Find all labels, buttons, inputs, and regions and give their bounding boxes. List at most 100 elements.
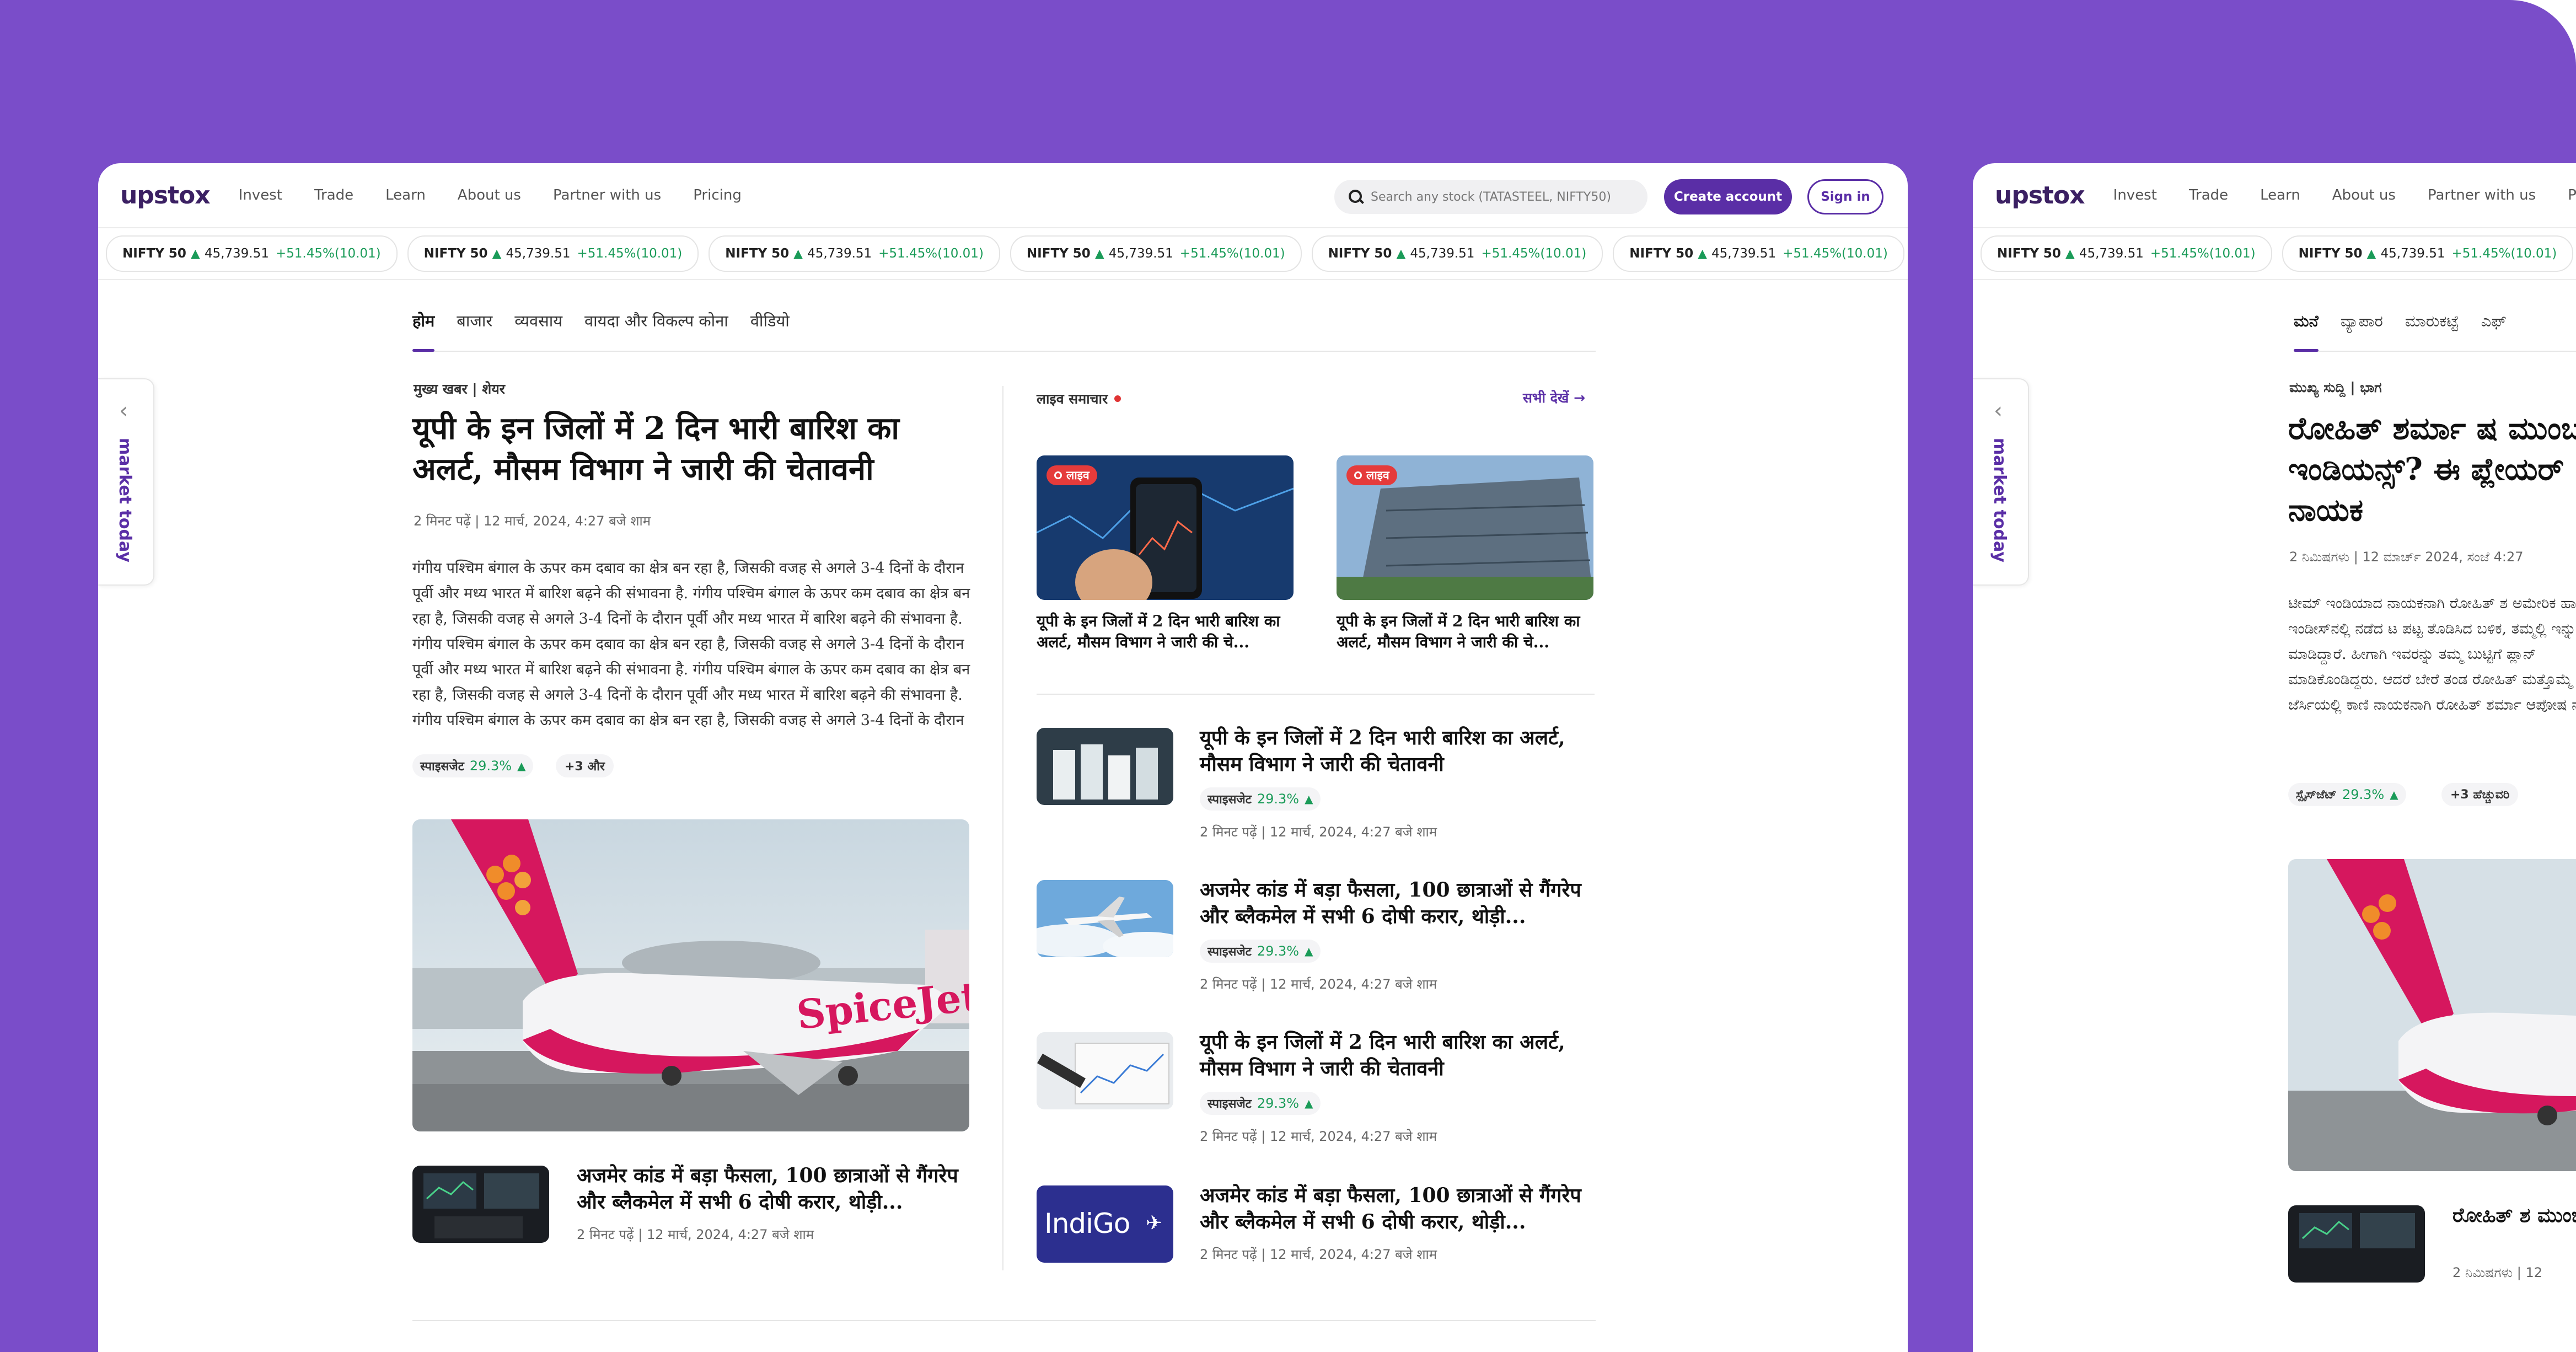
arrow-up-icon: ▲: [190, 246, 200, 261]
row-title-1[interactable]: यूपी के इन जिलों में 2 दिन भारी बारिश का…: [1200, 725, 1597, 777]
nav-link-trade[interactable]: Trade: [2189, 187, 2228, 203]
nav-link-invest[interactable]: Invest: [2113, 187, 2157, 203]
stock-tag[interactable]: स्पाइसजेट 29.3% ▲: [1200, 787, 1321, 811]
nav-link-partner[interactable]: Partner with us: [553, 187, 661, 203]
upstox-logo[interactable]: upstox: [1995, 181, 2085, 210]
row-thumb-2[interactable]: [1037, 880, 1173, 957]
ticker-chip[interactable]: NIFTY 50 ▲ 45,739.51 +51.45%(10.01): [1981, 235, 2272, 272]
live-card-title-1[interactable]: यूपी के इन जिलों में 2 दिन भारी बारिश का…: [1037, 611, 1294, 653]
search-placeholder: Search any stock (TATASTEEL, NIFTY50): [1371, 190, 1611, 204]
stock-change: 29.3%: [1257, 1096, 1300, 1111]
ticker-change: +51.45%(10.01): [2451, 246, 2557, 261]
live-badge-label: लाइव: [1066, 469, 1090, 482]
market-today-label: market today: [1990, 438, 2009, 562]
trading-screens-illustration: [412, 1166, 549, 1243]
bottom-story-title[interactable]: अजमेर कांड में बड़ा फैसला, 100 छात्राओं …: [577, 1162, 985, 1215]
stock-tag[interactable]: ಸ್ಪೈಸ್‌ಜೆಟ್ 29.3% ▲: [2288, 783, 2406, 806]
story-kicker: ಮುಖ್ಯ ಸುದ್ದಿ | ಭಾಗ: [2289, 379, 2382, 395]
tab-business[interactable]: ವ್ಯಾಪಾರ: [2341, 304, 2383, 351]
row-title-3[interactable]: यूपी के इन जिलों में 2 दिन भारी बारिश का…: [1200, 1029, 1597, 1082]
nav-link-trade[interactable]: Trade: [314, 187, 353, 203]
row-title-2[interactable]: अजमेर कांड में बड़ा फैसला, 100 छात्राओं …: [1200, 877, 1597, 930]
section-tabs: होम बाजार व्यवसाय वायदा और विकल्प कोना व…: [412, 304, 1596, 352]
row-meta-1: 2 मिनट पढ़ें | 12 मार्च, 2024, 4:27 बजे …: [1200, 824, 1437, 840]
ticker-chip[interactable]: NIFTY 50 ▲ 45,739.51 +51.45%(10.01): [2282, 235, 2574, 272]
main-headline[interactable]: यूपी के इन जिलों में 2 दिन भारी बारिश का…: [412, 408, 980, 490]
ticker-change: +51.45%(10.01): [1179, 246, 1285, 261]
market-ticker: NIFTY 50 ▲ 45,739.51 +51.45%(10.01) NIFTY 5…: [1973, 227, 2576, 280]
ticker-name: NIFTY 50: [1629, 246, 1694, 261]
tab-business[interactable]: व्यवसाय: [514, 304, 562, 351]
arrow-up-icon: ▲: [2390, 788, 2398, 801]
stock-name: स्पाइसजेट: [1208, 945, 1252, 959]
spicejet-plane-image[interactable]: [2288, 859, 2576, 1171]
stock-change: 29.3%: [2342, 787, 2385, 802]
tab-home[interactable]: होम: [412, 304, 435, 352]
nav-link-pricing[interactable]: Pricing: [693, 187, 742, 203]
row-thumb-4[interactable]: IndiGo ✈: [1037, 1185, 1173, 1263]
live-card-title-2[interactable]: यूपी के इन जिलों में 2 दिन भारी बारिश का…: [1337, 611, 1593, 653]
tab-market[interactable]: ಮಾರುಕಟ್ಟೆ: [2405, 304, 2459, 351]
see-all-label: सभी देखें: [1523, 390, 1569, 406]
chevron-left-icon[interactable]: ‹: [1994, 398, 2003, 423]
live-card-image-1[interactable]: लाइव: [1037, 455, 1294, 600]
chevron-left-icon[interactable]: ‹: [119, 398, 128, 423]
ticker-change: +51.45%(10.01): [275, 246, 381, 261]
nav-link-about-us[interactable]: About us: [458, 187, 521, 203]
ticker-value: 45,739.51: [2079, 246, 2144, 261]
tab-home[interactable]: ಮನೆ: [2294, 304, 2319, 352]
row-thumb-1[interactable]: [1037, 728, 1173, 805]
ticker-chip[interactable]: NIFTY 50 ▲ 45,739.51 +51.45%(10.01): [106, 235, 398, 272]
arrow-up-icon: ▲: [1305, 792, 1313, 806]
stock-tag[interactable]: स्पाइसजेट 29.3% ▲: [1200, 940, 1321, 963]
row-title-4[interactable]: अजमेर कांड में बड़ा फैसला, 100 छात्राओं …: [1200, 1182, 1597, 1235]
bottom-story-meta: 2 ನಿಮಿಷಗಳು | 12: [2452, 1265, 2543, 1280]
tab-fno-corner[interactable]: वायदा और विकल्प कोना: [584, 304, 728, 351]
spicejet-plane-image[interactable]: SpiceJet: [412, 819, 969, 1131]
tab-videos[interactable]: वीडियो: [750, 304, 790, 351]
ticker-value: 45,739.51: [1108, 246, 1173, 261]
nav-link-learn[interactable]: Learn: [385, 187, 426, 203]
plane-illustration: [2288, 859, 2576, 1171]
search-input[interactable]: Search any stock (TATASTEEL, NIFTY50): [1334, 180, 1647, 214]
ticker-chip[interactable]: NIFTY 50 ▲ 45,739.51 +51.45%(10.01): [407, 235, 699, 272]
see-all-link[interactable]: सभी देखें →: [1523, 388, 1585, 407]
ticker-chip[interactable]: NIFTY 50 ▲ 45,739.51 +51.45%(10.01): [1010, 235, 1302, 272]
tab-fno[interactable]: ಎಫ್: [2481, 304, 2507, 351]
live-icon: [1354, 471, 1362, 479]
story-thumb-trading[interactable]: [412, 1166, 549, 1243]
stock-tag[interactable]: स्पाइसजेट 29.3% ▲: [412, 754, 534, 777]
story-body: गंगीय पश्चिम बंगाल के ऊपर कम दबाव का क्ष…: [412, 560, 970, 729]
stock-tag[interactable]: स्पाइसजेट 29.3% ▲: [1200, 1092, 1321, 1115]
create-account-button[interactable]: Create account: [1664, 179, 1792, 214]
sign-in-button[interactable]: Sign in: [1807, 179, 1883, 214]
more-stocks-tag[interactable]: +3 और: [556, 754, 614, 777]
ticker-chip[interactable]: NIFTY 50 ▲ 45,739.51 +51.45%(10.01): [709, 235, 1000, 272]
live-badge: लाइव: [1046, 465, 1097, 485]
bottom-story-title[interactable]: ರೋಹಿತ್ ಶ ಮುಂಬೈ ಇಂಡಿ: [2452, 1202, 2576, 1228]
nav-link-invest[interactable]: Invest: [239, 187, 282, 203]
browser-window-hindi: upstox Invest Trade Learn About us Partn…: [98, 163, 1908, 1352]
market-today-tab[interactable]: ‹ market today: [1973, 378, 2029, 586]
upstox-logo[interactable]: upstox: [120, 181, 211, 210]
tab-market[interactable]: बाजार: [457, 304, 492, 351]
column-divider: [1002, 386, 1003, 1270]
row-thumb-3[interactable]: [1037, 1032, 1173, 1109]
story-thumb-trading[interactable]: [2288, 1205, 2425, 1283]
ticker-name: NIFTY 50: [1026, 246, 1091, 261]
nav-link-about-us[interactable]: About us: [2332, 187, 2396, 203]
ticker-chip[interactable]: NIFTY 50 ▲ 45,739.51 +51.45%(10.01): [1311, 235, 1603, 272]
ticker-change: +51.45%(10.01): [577, 246, 683, 261]
arrow-right-icon: →: [1574, 390, 1586, 406]
ticker-chip[interactable]: NIFTY 50 ▲ 45,739.51 +51.45%(10.01): [1613, 235, 1904, 272]
nav-link-pricing[interactable]: Pricing: [2568, 187, 2576, 203]
ticker-name: NIFTY 50: [122, 246, 186, 261]
main-headline[interactable]: ರೋಹಿತ್ ಶರ್ಮಾ ಷ ಮುಂಬೈ ಇಂಡಿಯನ್ಸ್? ಈ ಪ್ಲೇಯರ…: [2288, 408, 2576, 530]
stock-change: 29.3%: [469, 758, 512, 774]
live-card-image-2[interactable]: लाइव: [1337, 455, 1593, 600]
more-stocks-tag[interactable]: +3 ಹೆಚ್ಚುವರಿ: [2441, 783, 2519, 806]
market-ticker: NIFTY 50 ▲ 45,739.51 +51.45%(10.01) NIFTY 5…: [98, 227, 1908, 280]
market-today-tab[interactable]: ‹ market today: [98, 378, 154, 586]
nav-link-learn[interactable]: Learn: [2260, 187, 2300, 203]
nav-link-partner[interactable]: Partner with us: [2428, 187, 2536, 203]
